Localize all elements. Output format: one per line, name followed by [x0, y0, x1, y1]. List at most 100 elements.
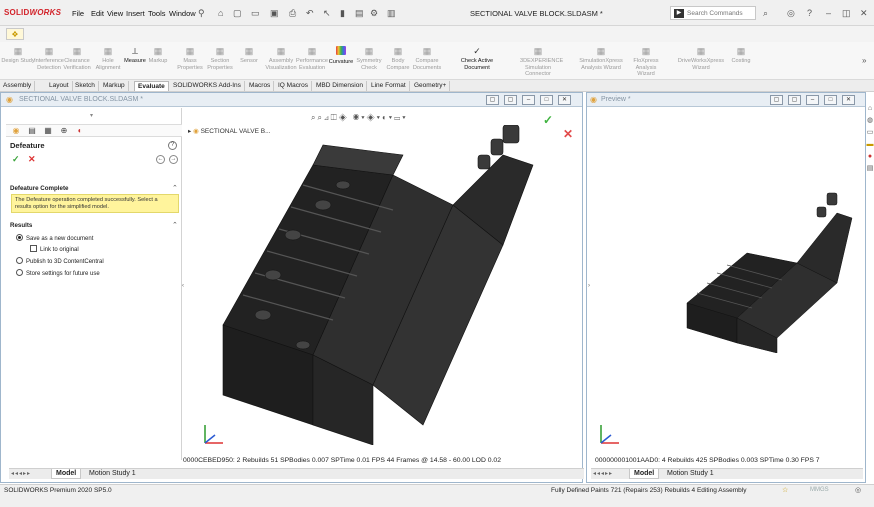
- window-maximize-icon[interactable]: □: [540, 95, 553, 105]
- status-help-icon[interactable]: ◎: [855, 486, 861, 494]
- preview-maximize-icon[interactable]: □: [824, 95, 837, 105]
- checkbox-link-original[interactable]: [30, 245, 37, 252]
- undo-icon[interactable]: ↶: [306, 8, 314, 19]
- solidworks-logo[interactable]: SOLIDWORKS: [4, 8, 61, 17]
- tab-macros[interactable]: Macros: [246, 81, 275, 91]
- tab-geometry-[interactable]: Geometry+: [411, 81, 451, 91]
- tab-evaluate[interactable]: Evaluate: [134, 81, 169, 91]
- tab-line-format[interactable]: Line Format: [368, 81, 410, 91]
- task-appearances-icon[interactable]: ●: [866, 152, 874, 161]
- valve-block-model-preview[interactable]: [677, 173, 857, 353]
- help-icon[interactable]: ?: [807, 8, 812, 18]
- pin-icon[interactable]: ⚲: [198, 8, 205, 19]
- radio-publish[interactable]: [16, 257, 23, 264]
- close-icon[interactable]: ✕: [860, 8, 868, 19]
- tab-markup[interactable]: Markup: [100, 81, 129, 91]
- display-manager-icon[interactable]: ◐: [74, 126, 86, 136]
- layout-icon[interactable]: ▥: [387, 8, 396, 19]
- cascade-icon[interactable]: ▢: [504, 95, 517, 105]
- feature-manager-icon[interactable]: ◉: [10, 126, 22, 136]
- menu-window[interactable]: Window: [169, 9, 196, 18]
- print-icon[interactable]: ⎙: [289, 8, 296, 19]
- option-link-original[interactable]: Link to original: [30, 245, 79, 253]
- ribbon-markup-button[interactable]: ▦ Markup: [140, 46, 176, 65]
- menu-view[interactable]: View: [107, 9, 123, 18]
- preview-tab-model[interactable]: Model: [629, 469, 660, 479]
- restore-icon[interactable]: ◫: [842, 8, 851, 19]
- ribbon-simxpress-button[interactable]: ▦ SimulationXpress Analysis Wizard: [572, 46, 630, 71]
- ribbon-overflow-icon[interactable]: »: [862, 56, 866, 65]
- home-button[interactable]: ❖: [6, 28, 24, 40]
- panel-expand-icon[interactable]: ▾: [90, 112, 93, 119]
- preview-close-icon[interactable]: ✕: [842, 95, 855, 105]
- menu-tools[interactable]: Tools: [148, 9, 166, 18]
- option-store-settings[interactable]: Store settings for future use: [16, 269, 100, 277]
- menu-edit[interactable]: Edit: [91, 9, 104, 18]
- preview-cascade-icon[interactable]: ▢: [788, 95, 801, 105]
- tile-icon[interactable]: ▢: [486, 95, 499, 105]
- file-props-icon[interactable]: ▤: [355, 8, 364, 19]
- ribbon-check-doc-button[interactable]: ✓ Check Active Document: [448, 46, 506, 71]
- tab-layout[interactable]: Layout: [46, 81, 73, 91]
- ok-check-button[interactable]: ✓: [12, 154, 20, 165]
- open-icon[interactable]: ▭: [251, 8, 260, 19]
- property-manager-icon[interactable]: ▤: [26, 126, 38, 136]
- ribbon-floxpress-button[interactable]: ▦ FloXpress Analysis Wizard: [628, 46, 664, 78]
- window-close-icon[interactable]: ✕: [558, 95, 571, 105]
- heads-up-view-toolbar[interactable]: ⌕⌕⊿◫◈ ◉▾◈▾◐▾▭▾: [311, 113, 408, 123]
- preview-tab-motion-study[interactable]: Motion Study 1: [663, 469, 718, 479]
- options-icon[interactable]: ⚙: [370, 8, 378, 19]
- task-file-explorer-icon[interactable]: ▬: [866, 140, 874, 149]
- menu-file[interactable]: File: [72, 9, 84, 18]
- menu-insert[interactable]: Insert: [126, 9, 145, 18]
- forward-arrow-icon[interactable]: →: [169, 155, 178, 164]
- tab-model[interactable]: Model: [51, 469, 82, 479]
- task-custom-props-icon[interactable]: ▤: [866, 164, 874, 173]
- option-publish-3dcc[interactable]: Publish to 3D ContentCentral: [16, 257, 104, 265]
- tab-iq-macros[interactable]: IQ Macros: [275, 81, 312, 91]
- task-3dcc-icon[interactable]: ◍: [866, 116, 874, 125]
- window-minimize-icon[interactable]: –: [522, 95, 535, 105]
- ribbon-driveworks-button[interactable]: ▦ DriveWorksXpress Wizard: [672, 46, 730, 71]
- rebuild-status-icon[interactable]: ☆: [782, 486, 788, 494]
- preview-tab-scroll-arrows[interactable]: ◂◂◂▸▸: [593, 470, 613, 477]
- home-icon[interactable]: ⌂: [218, 8, 223, 18]
- search-input[interactable]: [687, 8, 753, 19]
- rebuild-icon[interactable]: ▮: [340, 8, 345, 19]
- tab-mbd-dimension[interactable]: MBD Dimension: [313, 81, 367, 91]
- ribbon-3dx-button[interactable]: ▦ 3DEXPERIENCE Simulation Connector: [520, 46, 563, 78]
- configuration-manager-icon[interactable]: ▦: [42, 126, 54, 136]
- tab-assembly[interactable]: Assembly: [0, 81, 36, 91]
- tab-scroll-arrows[interactable]: ◂◂◂▸▸: [11, 470, 31, 477]
- option-save-new-document[interactable]: Save as a new document: [16, 234, 93, 242]
- valve-block-model-main[interactable]: [203, 125, 583, 445]
- minimize-icon[interactable]: –: [826, 8, 831, 18]
- preview-panel-handle[interactable]: ›: [588, 283, 590, 289]
- preview-tile-icon[interactable]: ▢: [770, 95, 783, 105]
- search-commands-box[interactable]: ▶: [670, 6, 756, 20]
- ribbon-costing-button[interactable]: ▦ Costing: [723, 46, 759, 65]
- select-icon[interactable]: ↖: [323, 8, 331, 19]
- radio-store-settings[interactable]: [16, 269, 23, 276]
- results-collapse-icon[interactable]: ⌃: [172, 221, 178, 229]
- save-icon[interactable]: ▣: [270, 8, 279, 19]
- tab-solidworks-add-ins[interactable]: SOLIDWORKS Add-Ins: [170, 81, 245, 91]
- search-icon[interactable]: ⌕: [763, 8, 768, 19]
- tab-motion-study[interactable]: Motion Study 1: [85, 469, 140, 479]
- units-selector[interactable]: MMGS: [810, 487, 829, 493]
- tab-sketch[interactable]: Sketch: [72, 81, 99, 91]
- cancel-x-button[interactable]: ✕: [28, 154, 36, 165]
- back-arrow-icon[interactable]: ←: [156, 155, 165, 164]
- ribbon-compare-docs-button[interactable]: ▦ Compare Documents: [409, 46, 445, 71]
- preview-minimize-icon[interactable]: –: [806, 95, 819, 105]
- new-doc-icon[interactable]: ▢: [233, 8, 242, 19]
- task-design-library-icon[interactable]: ▭: [866, 128, 874, 137]
- panel-collapse-handle[interactable]: ‹: [182, 283, 187, 295]
- radio-save-new[interactable]: [16, 234, 23, 241]
- task-home-icon[interactable]: ⌂: [866, 104, 874, 113]
- user-icon[interactable]: ◎: [787, 8, 795, 19]
- dimxpert-icon[interactable]: ⊕: [58, 126, 70, 136]
- ribbon-sensor-button[interactable]: ▦ Sensor: [231, 46, 267, 65]
- section-collapse-icon[interactable]: ⌃: [172, 184, 178, 192]
- help-question-icon[interactable]: ?: [168, 141, 177, 150]
